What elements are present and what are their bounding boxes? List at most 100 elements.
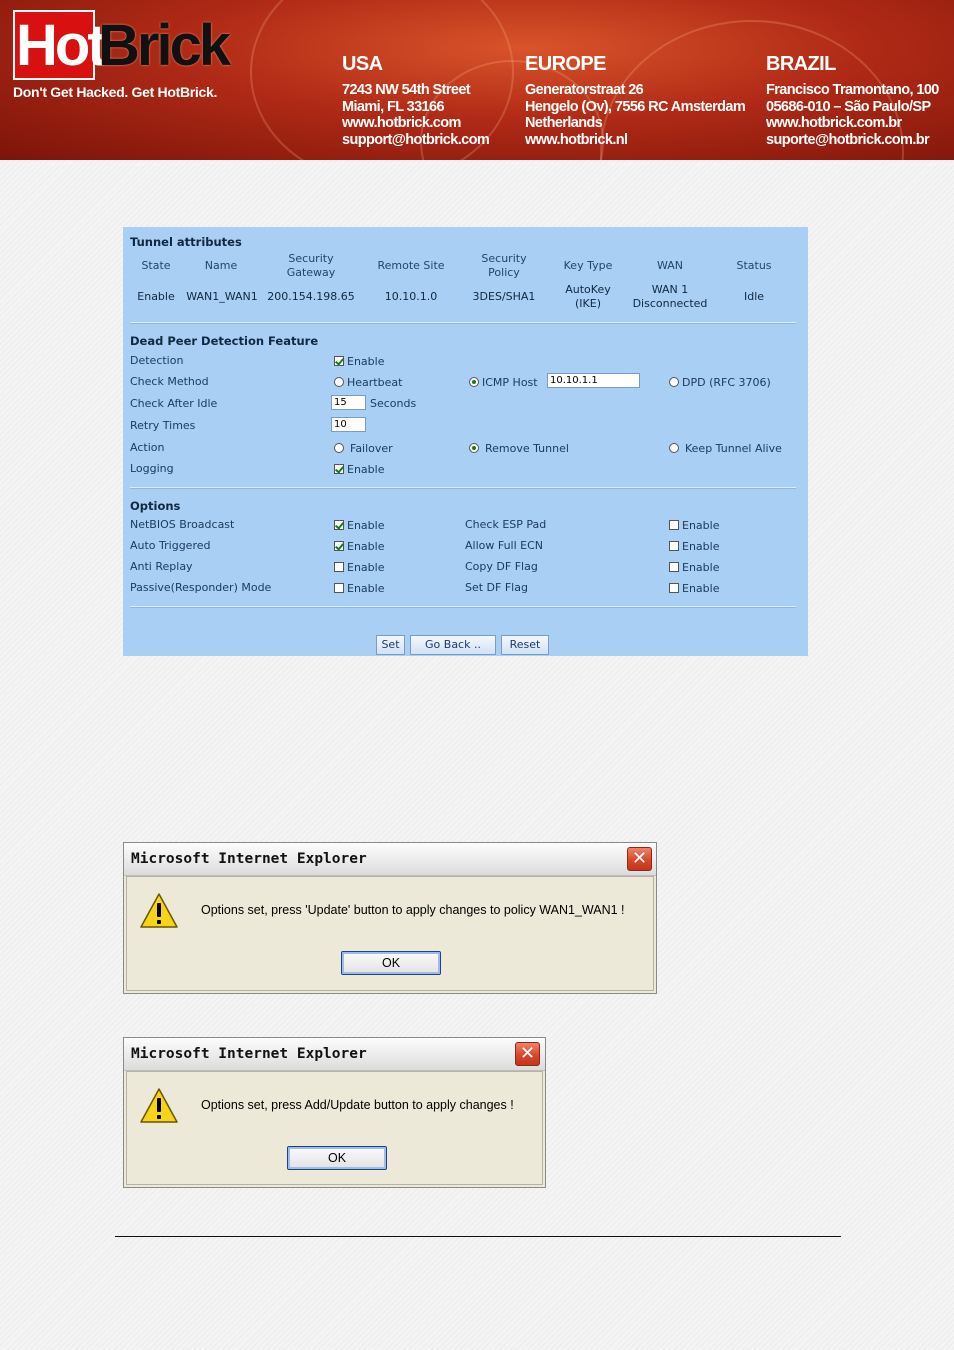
checkbox-checked[interactable] [334, 464, 344, 474]
netbios-broadcast-checkbox[interactable]: Enable [334, 518, 384, 532]
cell-name: WAN1_WAN1 [186, 290, 258, 303]
cell-state: Enable [137, 290, 175, 303]
icmp-host-input[interactable] [547, 373, 640, 388]
cell-policy: 3DES/SHA1 [472, 290, 536, 303]
dialog-titlebar: Microsoft Internet Explorer ✕ [124, 1038, 545, 1071]
checkbox-checked[interactable] [334, 520, 344, 530]
reset-button[interactable]: Reset [501, 635, 549, 655]
region-link[interactable]: www.hotbrick.com.br [766, 115, 939, 132]
ok-button[interactable]: OK [341, 951, 441, 975]
checkbox-unchecked[interactable] [669, 541, 679, 551]
logo-brick-text: Brick [98, 13, 231, 78]
ok-button[interactable]: OK [287, 1146, 387, 1170]
ie-alert-dialog-add-update: Microsoft Internet Explorer ✕ Options se… [123, 1037, 546, 1188]
label-allow-full-ecn: Allow Full ECN [465, 539, 544, 552]
region-line: Netherlands [525, 115, 603, 131]
radio-remove-tunnel[interactable]: Remove Tunnel [469, 441, 569, 455]
go-back-button[interactable]: Go Back .. [410, 635, 496, 655]
check-esp-pad-checkbox[interactable]: Enable [669, 518, 719, 532]
checkbox-unchecked[interactable] [334, 583, 344, 593]
radio-selected[interactable] [469, 443, 479, 453]
region-email[interactable]: suporte@hotbrick.com.br [766, 132, 939, 149]
header-security-gateway: Security Gateway [276, 252, 346, 280]
radio-unselected[interactable] [334, 443, 344, 453]
dialog-title: Microsoft Internet Explorer [131, 1046, 367, 1062]
checkbox-unchecked[interactable] [669, 583, 679, 593]
radio-selected[interactable] [469, 377, 479, 387]
radio-label: Heartbeat [347, 375, 403, 389]
header-key-type: Key Type [563, 259, 613, 272]
radio-unselected[interactable] [669, 377, 679, 387]
radio-failover[interactable]: Failover [334, 441, 393, 455]
label-passive-mode: Passive(Responder) Mode [130, 581, 272, 594]
warning-icon [140, 893, 178, 928]
region-line: Hengelo (Ov), 7556 RC Amsterdam [525, 98, 746, 115]
label-retry-times: Retry Times [130, 419, 196, 432]
header-wan: WAN [656, 259, 684, 272]
logo-hot-text: Hot [16, 13, 107, 78]
passive-mode-checkbox[interactable]: Enable [334, 581, 384, 595]
section-title-tunnel-attributes: Tunnel attributes [130, 235, 242, 249]
set-df-flag-checkbox[interactable]: Enable [669, 581, 719, 595]
checkbox-label: Enable [347, 462, 385, 476]
region-line: 7243 NW 54th Street [342, 82, 471, 98]
tunnel-config-panel: Tunnel attributes State Name Security Ga… [123, 227, 808, 656]
dialog-body: Options set, press 'Update' button to ap… [126, 876, 654, 991]
checkbox-checked[interactable] [334, 356, 344, 366]
checkbox-unchecked[interactable] [334, 562, 344, 572]
close-icon[interactable]: ✕ [627, 847, 652, 871]
close-icon[interactable]: ✕ [515, 1042, 540, 1066]
radio-icmp-host[interactable]: ICMP Host [469, 375, 538, 389]
allow-full-ecn-checkbox[interactable]: Enable [669, 539, 719, 553]
radio-keep-tunnel-alive[interactable]: Keep Tunnel Alive [669, 441, 782, 455]
retry-times-input[interactable] [331, 417, 366, 432]
tagline: Don't Get Hacked. Get HotBrick. [13, 84, 218, 100]
cell-gateway: 200.154.198.65 [267, 290, 355, 303]
checkbox-label: Enable [347, 560, 385, 574]
radio-heartbeat[interactable]: Heartbeat [334, 375, 402, 389]
auto-triggered-checkbox[interactable]: Enable [334, 539, 384, 553]
radio-dpd-rfc[interactable]: DPD (RFC 3706) [669, 375, 771, 389]
ie-alert-dialog-update-policy: Microsoft Internet Explorer ✕ Options se… [123, 842, 657, 994]
checkbox-label: Enable [682, 581, 720, 595]
cell-line: WAN 1 [651, 283, 689, 296]
label-check-esp-pad: Check ESP Pad [465, 518, 547, 531]
region-title: USA [342, 53, 383, 75]
dialog-titlebar: Microsoft Internet Explorer ✕ [124, 843, 656, 876]
divider [130, 606, 796, 608]
anti-replay-checkbox[interactable]: Enable [334, 560, 384, 574]
region-title: BRAZIL [766, 53, 836, 75]
cell-line: AutoKey [565, 283, 611, 296]
region-link[interactable]: www.hotbrick.com [342, 115, 489, 132]
region-europe: EUROPE Generatorstraat 26 Hengelo (Ov), … [525, 52, 746, 149]
header-remote-site: Remote Site [377, 259, 445, 272]
checkbox-unchecked[interactable] [669, 520, 679, 530]
checkbox-label: Enable [347, 518, 385, 532]
radio-label: Remove Tunnel [485, 441, 569, 455]
region-link[interactable]: www.hotbrick.nl [525, 132, 745, 149]
label-copy-df-flag: Copy DF Flag [465, 560, 538, 573]
radio-unselected[interactable] [669, 443, 679, 453]
radio-unselected[interactable] [334, 377, 344, 387]
company-banner: Hot Brick Don't Get Hacked. Get HotBrick… [0, 0, 954, 160]
checkbox-checked[interactable] [334, 541, 344, 551]
copy-df-flag-checkbox[interactable]: Enable [669, 560, 719, 574]
region-title: EUROPE [525, 53, 606, 75]
checkbox-unchecked[interactable] [669, 562, 679, 572]
detection-enable-checkbox[interactable]: Enable [334, 354, 384, 368]
set-button[interactable]: Set [376, 635, 405, 655]
checkbox-label: Enable [682, 539, 720, 553]
section-title-options: Options [130, 499, 181, 513]
radio-label: DPD (RFC 3706) [682, 375, 771, 389]
header-security-policy: Security Policy [469, 252, 539, 280]
region-line: Francisco Tramontano, 100 [766, 82, 939, 98]
logging-enable-checkbox[interactable]: Enable [334, 462, 384, 476]
dialog-message: Options set, press Add/Update button to … [201, 1098, 514, 1112]
radio-label: ICMP Host [482, 375, 538, 389]
region-email[interactable]: support@hotbrick.com [342, 132, 490, 149]
checkbox-label: Enable [347, 581, 385, 595]
dialog-body: Options set, press Add/Update button to … [126, 1071, 543, 1185]
check-after-idle-input[interactable] [331, 395, 366, 410]
header-line: Gateway [286, 266, 336, 279]
cell-wan: WAN 1 Disconnected [625, 283, 715, 311]
